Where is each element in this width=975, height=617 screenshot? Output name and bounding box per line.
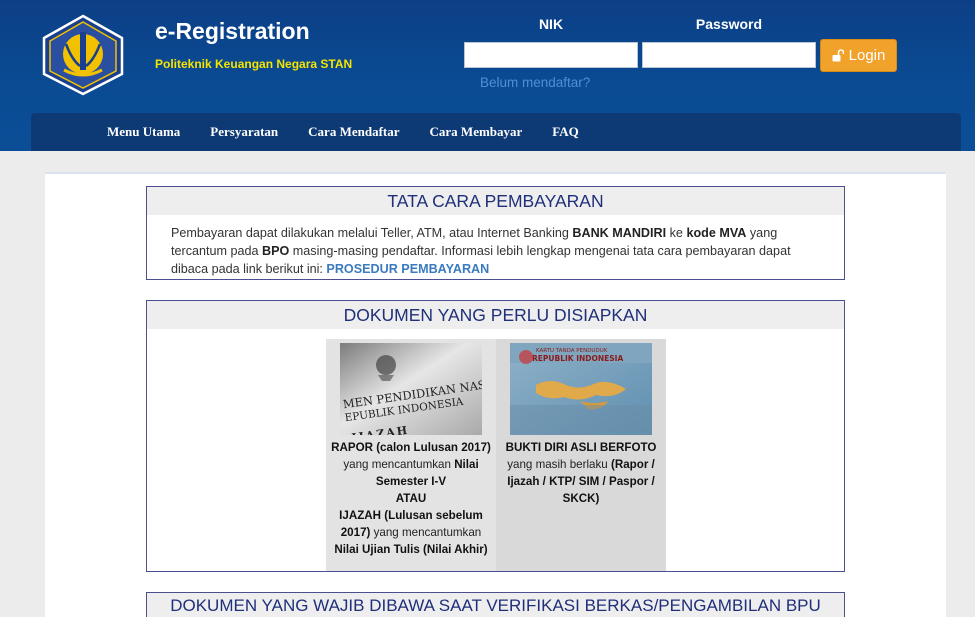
nav-item-cara-membayar[interactable]: Cara Membayar — [430, 124, 523, 140]
login-button-label: Login — [848, 47, 886, 64]
ktp-image: KARTU TANDA PENDUDUK REPUBLIK INDONESIA — [510, 343, 652, 435]
verification-panel: DOKUMEN YANG WAJIB DIBAWA SAAT VERIFIKAS… — [146, 592, 845, 617]
nav-item-menu-utama[interactable]: Menu Utama — [107, 124, 180, 140]
nav-item-persyaratan[interactable]: Persyaratan — [210, 124, 278, 140]
doc-card-identity-text: BUKTI DIRI ASLI BERFOTO yang masih berla… — [505, 441, 657, 505]
svg-text:REPUBLIK INDONESIA: REPUBLIK INDONESIA — [532, 354, 623, 363]
app-title: e-Registration — [155, 18, 310, 44]
nik-label: NIK — [538, 16, 564, 32]
payment-panel-text: Pembayaran dapat dilakukan melalui Telle… — [171, 226, 791, 276]
register-link[interactable]: Belum mendaftar? — [480, 75, 590, 90]
nik-input[interactable] — [464, 42, 638, 68]
main-content: TATA CARA PEMBAYARAN Pembayaran dapat di… — [45, 172, 946, 617]
payment-panel-title: TATA CARA PEMBAYARAN — [147, 187, 844, 215]
password-input[interactable] — [642, 42, 816, 68]
payment-panel: TATA CARA PEMBAYARAN Pembayaran dapat di… — [146, 186, 845, 280]
app-subtitle: Politeknik Keuangan Negara STAN — [155, 57, 353, 71]
unlock-icon — [832, 49, 844, 62]
documents-panel-title: DOKUMEN YANG PERLU DISIAPKAN — [147, 301, 844, 329]
kemenkeu-logo — [42, 14, 124, 96]
doc-card-rapor: MEN PENDIDIKAN NASIONAL EPUBLIK INDONESI… — [326, 339, 496, 571]
documents-panel: DOKUMEN YANG PERLU DISIAPKAN MEN PENDIDI… — [146, 300, 845, 572]
nav-item-cara-mendaftar[interactable]: Cara Mendaftar — [308, 124, 399, 140]
doc-card-identity: KARTU TANDA PENDUDUK REPUBLIK INDONESIA … — [496, 339, 666, 571]
nav-item-faq[interactable]: FAQ — [552, 124, 578, 140]
payment-procedure-link[interactable]: PROSEDUR PEMBAYARAN — [326, 262, 489, 276]
doc-card-rapor-text: RAPOR (calon Lulusan 2017) yang mencantu… — [331, 441, 491, 556]
main-nav: Menu Utama Persyaratan Cara Mendaftar Ca… — [31, 113, 961, 151]
ijazah-image: MEN PENDIDIKAN NASIONAL EPUBLIK INDONESI… — [340, 343, 482, 435]
documents-grid: MEN PENDIDIKAN NASIONAL EPUBLIK INDONESI… — [326, 339, 666, 571]
login-button[interactable]: Login — [820, 39, 897, 72]
verification-panel-title: DOKUMEN YANG WAJIB DIBAWA SAAT VERIFIKAS… — [147, 593, 844, 617]
site-header: e-Registration Politeknik Keuangan Negar… — [0, 0, 975, 151]
password-label: Password — [695, 16, 763, 32]
